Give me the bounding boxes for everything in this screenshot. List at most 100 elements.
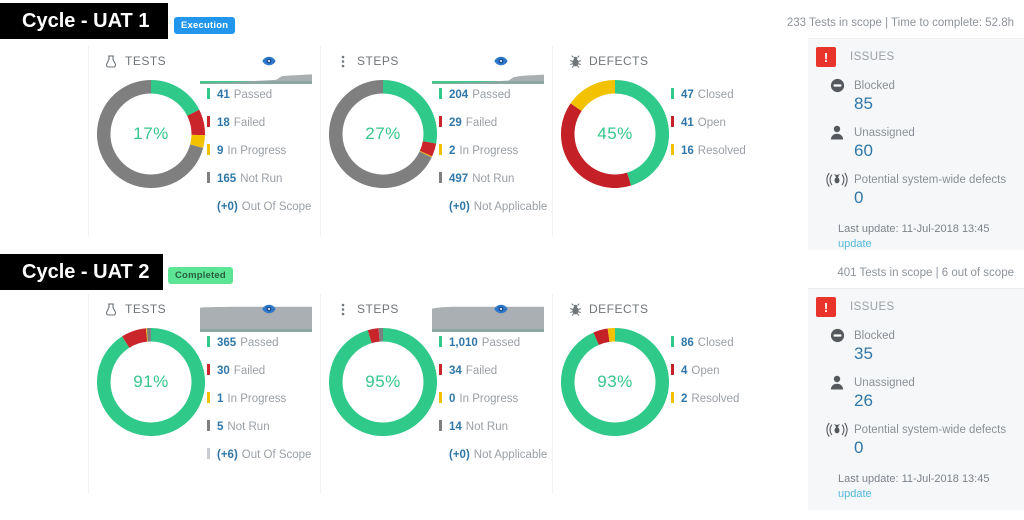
issue-row[interactable]: Blocked 35 xyxy=(808,317,1024,364)
update-link[interactable]: update xyxy=(838,488,872,500)
widget-header: DEFECTS xyxy=(553,294,788,318)
legend-value: 47 xyxy=(681,89,694,101)
legend-value: 16 xyxy=(681,145,694,157)
donut-percent-label: 17% xyxy=(133,124,169,143)
legend-label: Open xyxy=(697,117,726,129)
legend-item: (+0) Not Applicable xyxy=(439,444,557,465)
legend-swatch xyxy=(207,364,210,375)
legend-swatch xyxy=(439,144,442,155)
legend-swatch xyxy=(671,116,674,127)
legend-value: 365 xyxy=(217,337,237,349)
donut-percent-label: 45% xyxy=(597,124,633,143)
page-title-cycle-1: Cycle - UAT 1 xyxy=(22,9,150,32)
legend-label: Out Of Scope xyxy=(241,449,312,461)
legend-swatch xyxy=(439,336,442,347)
page-title-cycle-2: Cycle - UAT 2 xyxy=(22,260,150,283)
legend-value: (+0) xyxy=(449,201,470,213)
legend: 41 Passed 18 Failed 9 In Progress 165 Not Run (+… xyxy=(207,84,325,224)
donut-chart: 17% xyxy=(97,80,205,188)
legend-item: 5 Not Run xyxy=(207,416,325,437)
donut-chart: 93% xyxy=(561,328,669,436)
issue-row[interactable]: Blocked 85 xyxy=(808,67,1024,114)
issue-value: 0 xyxy=(854,438,864,457)
legend-item: 9 In Progress xyxy=(207,140,325,161)
issue-label: Blocked xyxy=(854,330,895,342)
bug-icon xyxy=(567,55,583,68)
legend-swatch xyxy=(207,88,210,99)
donut-chart: 27% xyxy=(329,80,437,188)
widget-tests-cycle-2: TESTS 91% 365 Passed 30 Failed 1 In Progress 5… xyxy=(88,294,320,494)
widget-steps-cycle-2: STEPS 95% 1,010 Passed 34 Failed 0 In Progres… xyxy=(320,294,552,494)
issue-row[interactable]: Potential system-wide defects 0 xyxy=(808,161,1024,208)
blocked-icon xyxy=(824,76,850,93)
legend-value: 5 xyxy=(217,421,224,433)
legend-swatch xyxy=(439,420,442,431)
steps-icon xyxy=(335,55,351,68)
legend-label: Passed xyxy=(472,89,511,101)
legend-value: 1,010 xyxy=(449,337,478,349)
legend: 204 Passed 29 Failed 2 In Progress 497 Not Run (… xyxy=(439,84,557,224)
issue-row[interactable]: Unassigned 26 xyxy=(808,364,1024,411)
legend-item: 41 Passed xyxy=(207,84,325,105)
legend-value: 2 xyxy=(449,145,456,157)
widget-defects-cycle-2: DEFECTS 93% 86 Closed 4 Open 2 Resolved xyxy=(552,294,788,494)
eye-icon[interactable] xyxy=(262,56,276,66)
user-icon xyxy=(824,373,850,390)
trend-sparkline xyxy=(432,56,544,84)
eye-icon[interactable] xyxy=(494,304,508,314)
legend-swatch xyxy=(207,116,210,127)
legend-label: Failed xyxy=(233,117,266,129)
legend-item: 30 Failed xyxy=(207,360,325,381)
legend-swatch xyxy=(207,392,210,403)
legend-value: 14 xyxy=(449,421,462,433)
legend-swatch xyxy=(439,116,442,127)
legend-swatch xyxy=(439,392,442,403)
steps-icon xyxy=(335,303,351,316)
trend-sparkline xyxy=(432,304,544,332)
issues-header: ! ISSUES xyxy=(808,39,1024,67)
issue-row[interactable]: Potential system-wide defects 0 xyxy=(808,411,1024,458)
legend-item: 1 In Progress xyxy=(207,388,325,409)
legend: 1,010 Passed 34 Failed 0 In Progress 14 Not Run… xyxy=(439,332,557,472)
legend-swatch xyxy=(207,144,210,155)
donut-percent-label: 91% xyxy=(133,372,169,391)
last-update-text: Last update: 11-Jul-2018 13:45 update xyxy=(838,473,990,500)
legend: 365 Passed 30 Failed 1 In Progress 5 Not Run (+6… xyxy=(207,332,325,472)
legend-label: In Progress xyxy=(459,393,519,405)
legend-swatch xyxy=(439,364,442,375)
legend-item: (+0) Not Applicable xyxy=(439,196,557,217)
trend-sparkline xyxy=(200,304,312,332)
donut-percent-label: 27% xyxy=(365,124,401,143)
widget-row-cycle-2: TESTS 91% 365 Passed 30 Failed 1 In Progress 5… xyxy=(88,294,788,494)
eye-icon[interactable] xyxy=(262,304,276,314)
legend-swatch xyxy=(207,448,210,459)
legend-value: (+6) xyxy=(217,449,238,461)
legend-label: Not Run xyxy=(227,421,270,433)
legend-item: 41 Open xyxy=(671,112,789,133)
legend-label: Closed xyxy=(697,89,734,101)
legend-label: Not Applicable xyxy=(473,449,548,461)
legend-value: 1 xyxy=(217,393,224,405)
flask-icon xyxy=(103,302,119,316)
issue-row[interactable]: Unassigned 60 xyxy=(808,114,1024,161)
legend-value: 4 xyxy=(681,365,688,377)
issues-card-cycle-1: ! ISSUES Blocked 85 Unassigned 60 Potential s… xyxy=(808,38,1024,250)
legend: 86 Closed 4 Open 2 Resolved xyxy=(671,332,789,416)
legend-item: 365 Passed xyxy=(207,332,325,353)
eye-icon[interactable] xyxy=(494,56,508,66)
legend-value: 41 xyxy=(217,89,230,101)
update-link[interactable]: update xyxy=(838,238,872,250)
legend-item: 497 Not Run xyxy=(439,168,557,189)
bug-icon xyxy=(567,303,583,316)
legend-item: 47 Closed xyxy=(671,84,789,105)
legend-item: 34 Failed xyxy=(439,360,557,381)
legend-label: Resolved xyxy=(697,145,746,157)
flask-icon xyxy=(103,54,119,68)
status-badge-cycle-2: Completed xyxy=(168,267,233,284)
status-badge-cycle-1: Execution xyxy=(174,17,236,34)
legend-label: In Progress xyxy=(227,393,287,405)
widget-title: TESTS xyxy=(125,54,167,68)
legend-label: Passed xyxy=(240,337,279,349)
legend-item: 29 Failed xyxy=(439,112,557,133)
legend-item: 204 Passed xyxy=(439,84,557,105)
